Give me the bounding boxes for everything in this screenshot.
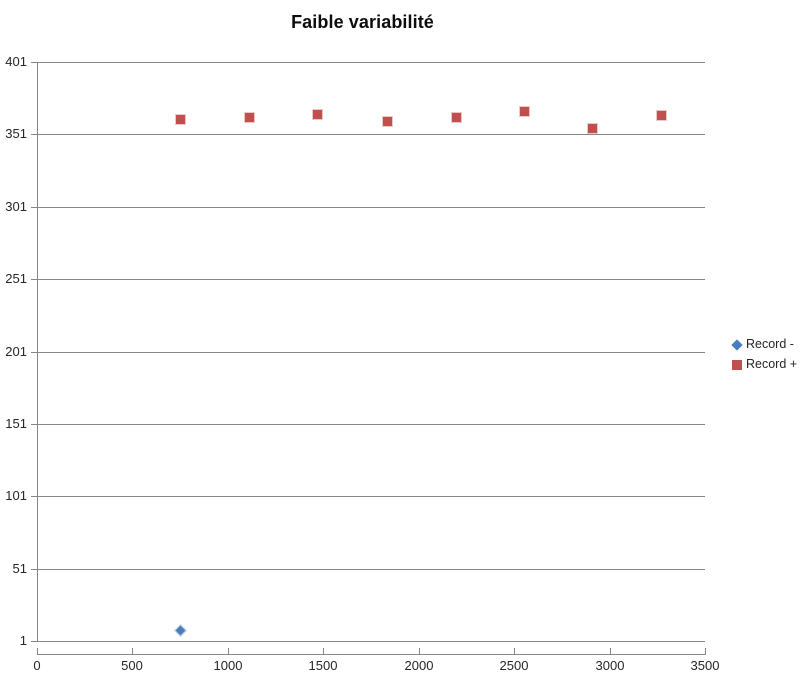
y-axis-tick-mark xyxy=(31,641,38,642)
y-axis-tick-label: 351 xyxy=(5,126,27,141)
y-axis-tick-label: 51 xyxy=(12,561,27,576)
legend-item[interactable]: Record - xyxy=(729,334,807,354)
data-point-square[interactable] xyxy=(312,108,324,120)
x-axis-tick-mark xyxy=(514,648,515,655)
y-axis-tick-label: 401 xyxy=(5,54,27,69)
y-axis-tick-label: 301 xyxy=(5,199,27,214)
x-axis-tick-mark xyxy=(705,648,706,655)
x-axis-line xyxy=(37,654,705,655)
gridline-horizontal xyxy=(37,641,705,642)
y-axis-tick-label: 201 xyxy=(5,344,27,359)
x-axis-tick-mark xyxy=(132,648,133,655)
legend-swatch xyxy=(731,339,743,351)
chart-container: Faible variabilité 1 51 101 151 201 251 301 351… xyxy=(0,0,810,676)
x-axis-tick-label: 2000 xyxy=(404,658,434,673)
x-axis-tick-label: 2500 xyxy=(499,658,529,673)
y-axis-tick-label: 151 xyxy=(5,416,27,431)
y-axis-tick-label: 251 xyxy=(5,271,27,286)
x-axis-tick-label: 0 xyxy=(33,658,41,673)
x-axis-tick-label: 3000 xyxy=(595,658,625,673)
legend-item[interactable]: Record + xyxy=(729,354,807,374)
data-point-square[interactable] xyxy=(244,111,256,123)
data-point-square[interactable] xyxy=(655,110,667,122)
chart-legend: Record - Record + xyxy=(729,334,807,374)
data-point-square[interactable] xyxy=(518,105,530,117)
data-point-square[interactable] xyxy=(586,123,598,135)
diamond-marker-icon xyxy=(729,336,745,352)
x-axis-tick-mark xyxy=(323,648,324,655)
x-axis-tick-label: 500 xyxy=(121,658,143,673)
x-axis-tick-mark xyxy=(37,648,38,655)
chart-title: Faible variabilité xyxy=(291,12,434,32)
x-axis-tick-mark xyxy=(228,648,229,655)
y-axis-tick-label: 1 xyxy=(19,633,27,648)
legend-item-label: Record + xyxy=(746,357,798,371)
data-point-square[interactable] xyxy=(381,115,393,127)
x-axis-tick-label: 3500 xyxy=(690,658,720,673)
x-axis-tick-mark xyxy=(419,648,420,655)
legend-item-label: Record - xyxy=(746,337,794,351)
square-marker-icon xyxy=(729,356,745,372)
data-point-square[interactable] xyxy=(450,111,462,123)
x-axis-tick-label: 1500 xyxy=(308,658,338,673)
x-axis-tick-label: 1000 xyxy=(213,658,243,673)
data-point-diamond[interactable] xyxy=(174,624,188,638)
data-point-square[interactable] xyxy=(175,114,187,126)
plot-area xyxy=(37,62,705,641)
x-axis-tick-mark xyxy=(610,648,611,655)
y-axis-tick-label: 101 xyxy=(5,488,27,503)
legend-swatch xyxy=(732,360,742,370)
